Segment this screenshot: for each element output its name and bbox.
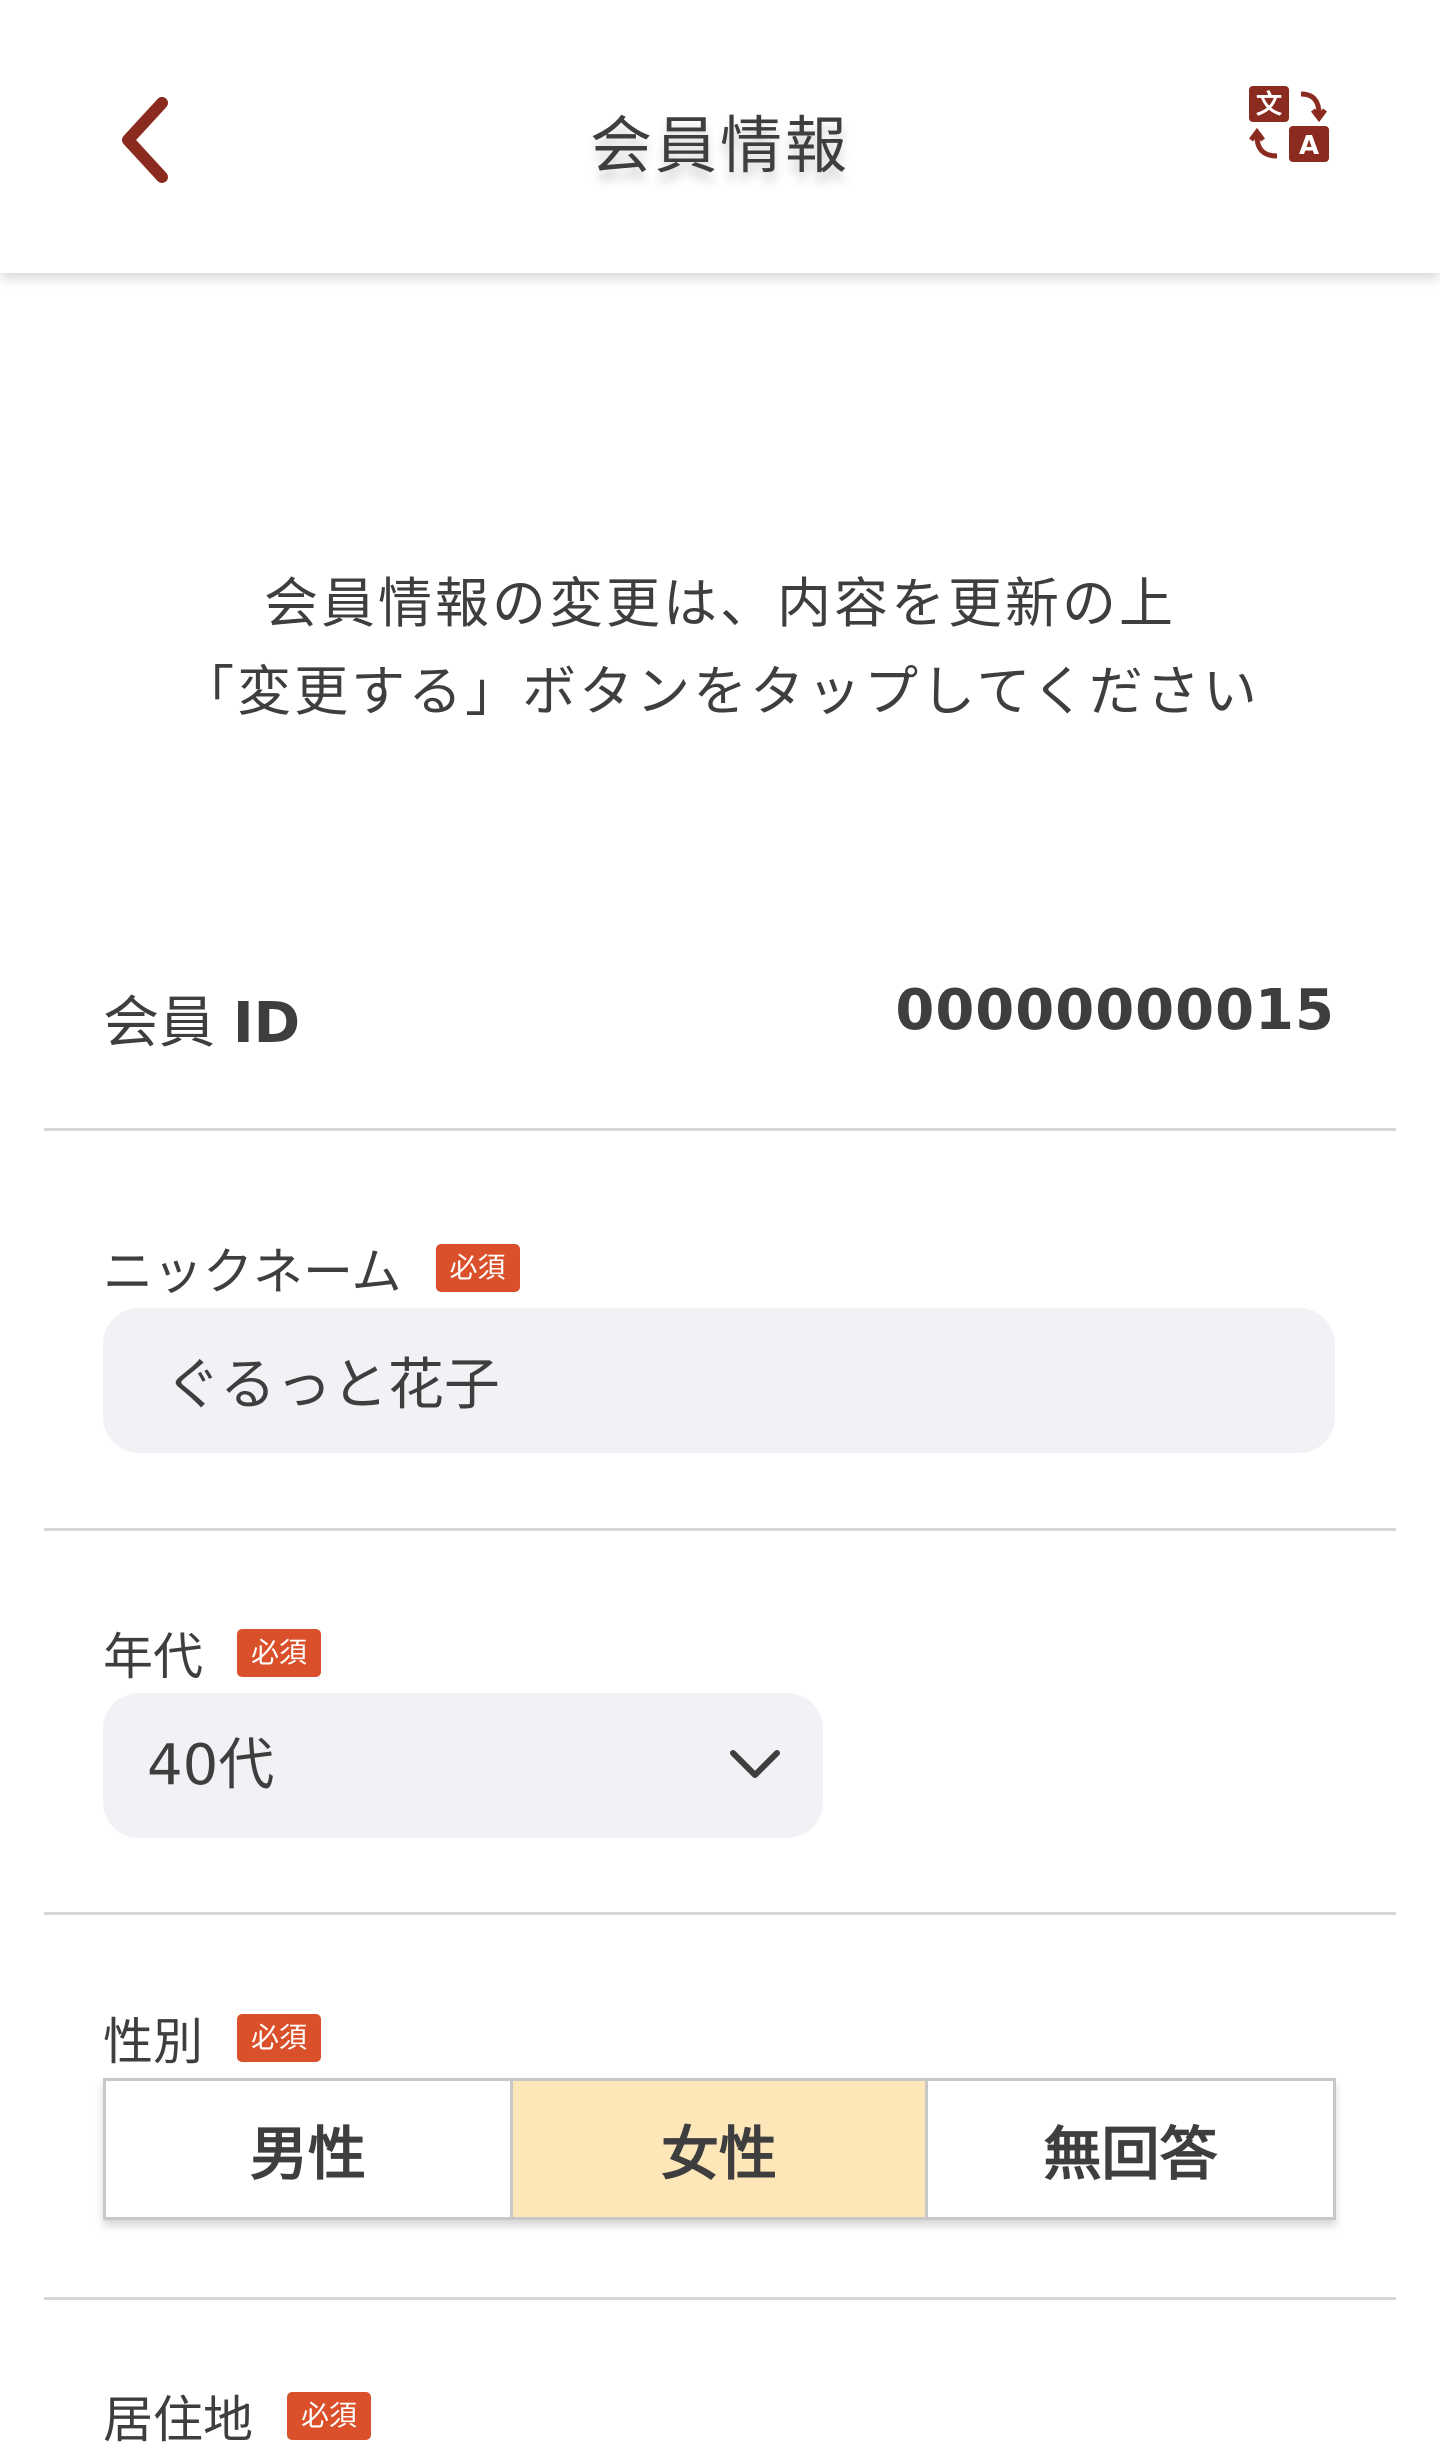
- gender-option-no-answer[interactable]: 無回答: [925, 2081, 1333, 2217]
- residence-label: 居住地 必須: [103, 2380, 372, 2452]
- required-badge: 必須: [237, 1629, 322, 1677]
- divider: [44, 1912, 1396, 1915]
- divider: [44, 1128, 1396, 1131]
- age-select-value: 40代: [147, 1733, 275, 1798]
- member-id-value: 00000000015: [895, 978, 1335, 1043]
- age-label: 年代 必須: [103, 1617, 322, 1689]
- page-title: 会員情報: [589, 109, 850, 182]
- required-badge: 必須: [435, 1244, 520, 1292]
- age-select[interactable]: 40代: [103, 1693, 823, 1838]
- age-label-text: 年代: [103, 1628, 203, 1686]
- svg-text:A: A: [1299, 131, 1319, 161]
- nickname-label: ニックネーム 必須: [103, 1232, 520, 1304]
- member-id-label: 会員 ID: [103, 978, 300, 1059]
- residence-label-text: 居住地: [103, 2391, 253, 2449]
- required-badge: 必須: [287, 2392, 372, 2440]
- svg-text:文: 文: [1256, 89, 1283, 120]
- instruction-line-1: 会員情報の変更は、内容を更新の上: [264, 572, 1176, 635]
- gender-option-female[interactable]: 女性: [510, 2081, 925, 2217]
- gender-segmented-control: 男性 女性 無回答: [103, 2078, 1336, 2220]
- instruction-text: 会員情報の変更は、内容を更新の上 「変更する」ボタンをタップしてください: [0, 560, 1440, 736]
- divider: [44, 2297, 1396, 2300]
- translate-icon: 文 A: [1249, 86, 1329, 162]
- translate-button[interactable]: 文 A: [1245, 80, 1345, 180]
- member-id-label-prefix: 会員: [103, 991, 215, 1056]
- member-id-label-suffix: ID: [232, 991, 301, 1056]
- divider: [44, 1528, 1396, 1531]
- gender-option-male[interactable]: 男性: [106, 2081, 510, 2217]
- gender-label-text: 性別: [103, 2013, 203, 2071]
- required-badge: 必須: [237, 2014, 322, 2062]
- chevron-down-icon: [730, 1750, 780, 1778]
- app-header: 会員情報 文 A: [0, 0, 1440, 273]
- nickname-input[interactable]: ぐるっと花子: [103, 1308, 1335, 1453]
- nickname-label-text: ニックネーム: [103, 1243, 402, 1301]
- instruction-line-2: 「変更する」ボタンをタップしてください: [180, 660, 1260, 723]
- nickname-input-value: ぐるっと花子: [165, 1353, 500, 1418]
- gender-label: 性別 必須: [103, 2002, 322, 2074]
